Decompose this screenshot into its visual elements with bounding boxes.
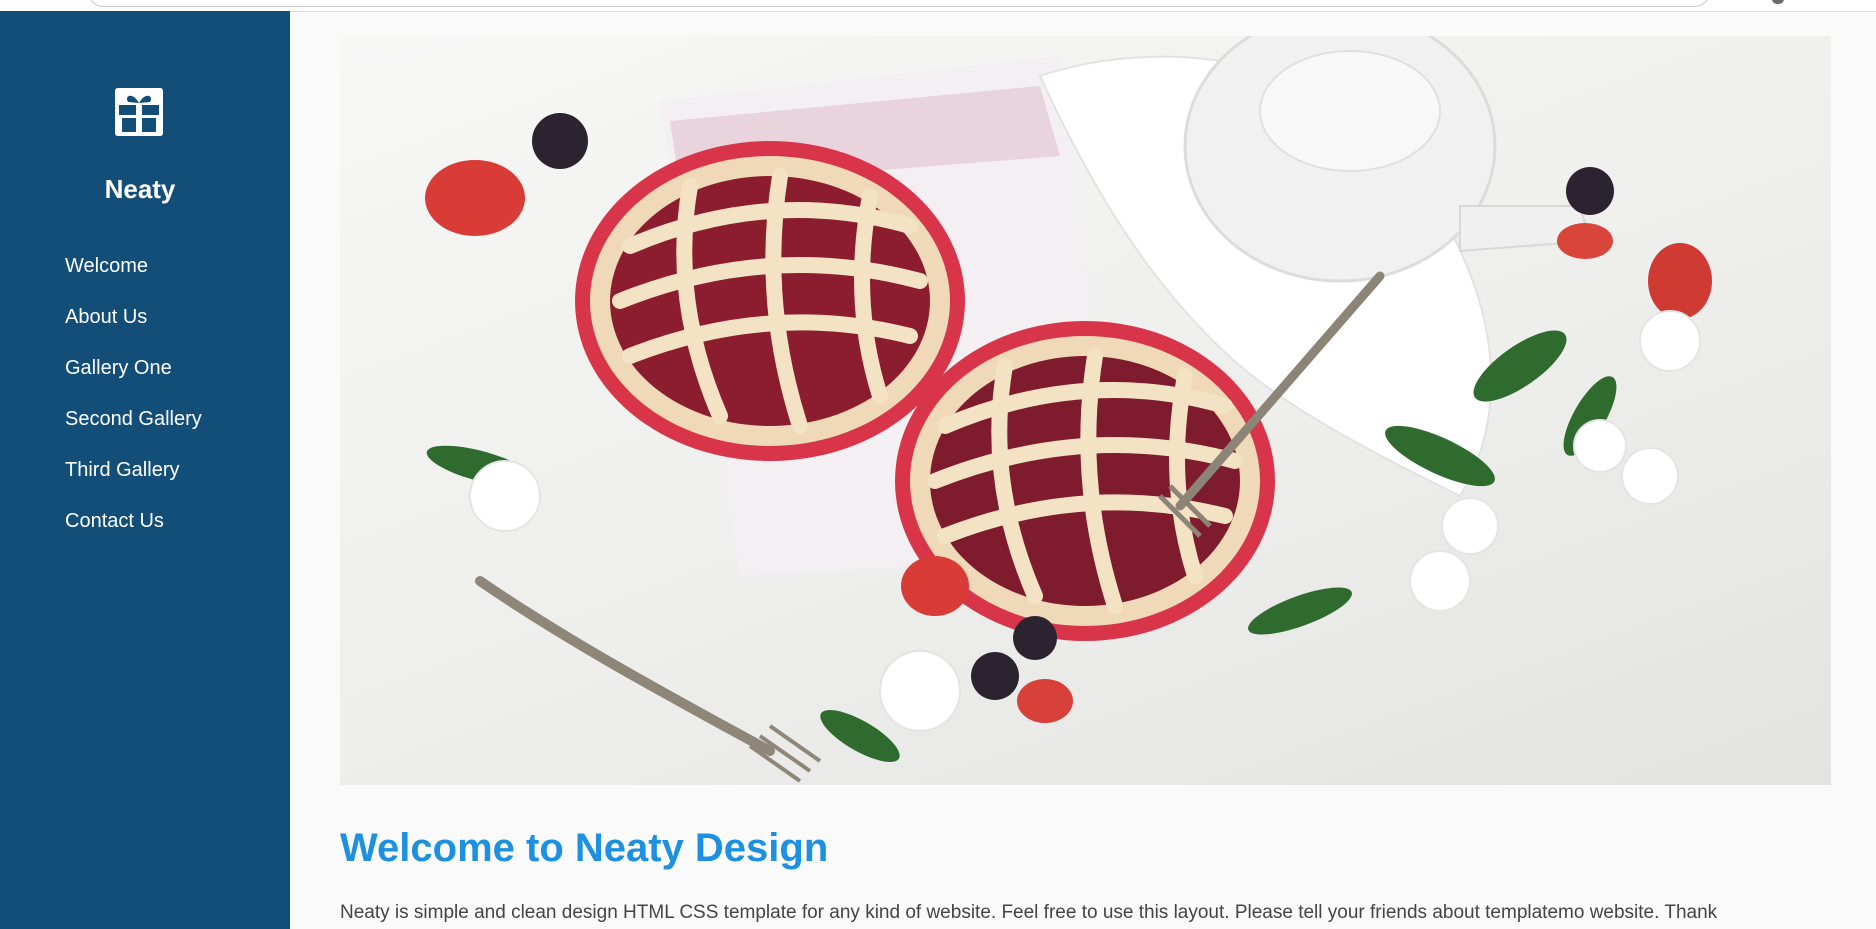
gift-icon-graphic: [115, 88, 163, 136]
hero-photo-illustration: [425, 36, 1712, 783]
nav-item-second-gallery[interactable]: Second Gallery: [65, 404, 202, 455]
nav-item-about-us[interactable]: About Us: [65, 302, 202, 353]
brand-name[interactable]: Neaty: [0, 174, 280, 205]
nav-item-gallery-one[interactable]: Gallery One: [65, 353, 202, 404]
sidebar: Neaty Welcome About Us Gallery One Secon…: [0, 11, 290, 929]
nav-item-contact-us[interactable]: Contact Us: [65, 506, 202, 557]
profile-icon[interactable]: [1772, 0, 1784, 4]
gift-icon: [115, 88, 163, 136]
nav-item-third-gallery[interactable]: Third Gallery: [65, 455, 202, 506]
intro-paragraph: Neaty is simple and clean design HTML CS…: [340, 902, 1718, 923]
main-content: Welcome to Neaty Design Neaty is simple …: [290, 11, 1876, 929]
nav-item-welcome[interactable]: Welcome: [65, 251, 202, 302]
hero-image: [340, 36, 1831, 785]
address-bar[interactable]: [88, 0, 1710, 7]
main-nav: Welcome About Us Gallery One Second Gall…: [65, 251, 202, 557]
page-title: Welcome to Neaty Design: [340, 826, 829, 870]
